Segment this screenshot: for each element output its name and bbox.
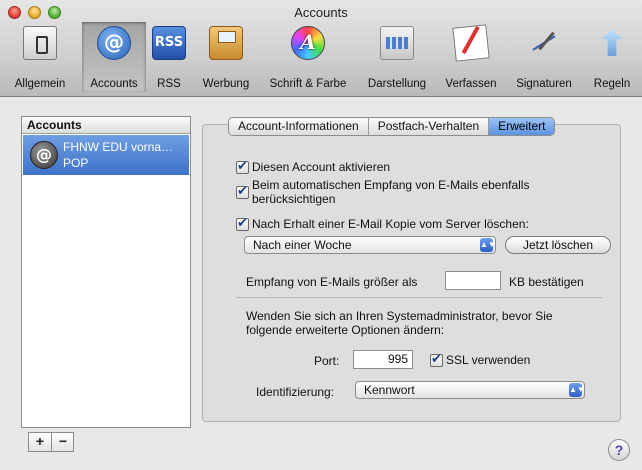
preferences-content: Accounts @ FHNW EDU vorna… POP + − ? Acc…: [0, 97, 642, 470]
toolbar-item-label: Darstellung: [367, 78, 427, 90]
toolbar-item-label: Schrift & Farbe: [269, 78, 347, 90]
compose-icon: [452, 24, 490, 62]
toolbar-item-verfassen[interactable]: Verfassen: [439, 22, 503, 92]
tab-account-informationen[interactable]: Account-Informationen: [229, 118, 369, 135]
remove-copy-interval-value: Nach einer Woche: [253, 238, 352, 252]
toolbar-item-label: Verfassen: [445, 78, 497, 90]
signature-icon: [527, 26, 561, 60]
port-field[interactable]: 995: [353, 350, 413, 369]
admin-note-line1: Wenden Sie sich an Ihren Systemadministr…: [246, 309, 553, 323]
port-label: Port:: [314, 354, 340, 368]
remove-account-button[interactable]: −: [52, 433, 74, 451]
admin-note-line2: folgende erweiterte Optionen ändern:: [246, 323, 445, 337]
font-color-icon: A: [291, 26, 325, 60]
account-type: POP: [63, 156, 89, 170]
ssl-checkbox[interactable]: [430, 351, 443, 367]
toolbar-item-schrift-farbe[interactable]: A Schrift & Farbe: [260, 22, 356, 92]
titlebar: Accounts Allgemein @ Accounts RSS RSS We…: [0, 0, 642, 97]
enable-account-checkbox[interactable]: [236, 158, 249, 174]
toolbar-item-label: Werbung: [202, 78, 250, 90]
toolbar-item-darstellung[interactable]: Darstellung: [357, 22, 437, 92]
rss-icon: RSS: [152, 26, 186, 60]
toolbar-item-werbung[interactable]: Werbung: [195, 22, 257, 92]
auth-method-value: Kennwort: [364, 383, 415, 397]
remove-now-button[interactable]: Jetzt löschen: [505, 236, 611, 254]
add-remove-control: + −: [28, 432, 74, 452]
large-message-suffix: KB bestätigen: [509, 275, 584, 289]
large-message-label: Empfang von E-Mails größer als: [246, 275, 418, 289]
toolbar-item-allgemein[interactable]: Allgemein: [0, 22, 80, 92]
switch-icon: [23, 26, 57, 60]
rules-icon: [595, 26, 629, 60]
enable-account-label: Diesen Account aktivieren: [252, 160, 391, 174]
toolbar-item-signaturen[interactable]: Signaturen: [506, 22, 582, 92]
toolbar-item-regeln[interactable]: Regeln: [585, 22, 639, 92]
large-message-size-field[interactable]: [445, 271, 501, 290]
toolbar-item-label: Allgemein: [14, 78, 66, 90]
account-row[interactable]: @ FHNW EDU vorna… POP: [23, 135, 189, 175]
ssl-label: SSL verwenden: [446, 353, 531, 367]
toolbar-item-rss[interactable]: RSS RSS: [148, 22, 190, 92]
help-button[interactable]: ?: [608, 439, 630, 461]
auth-label: Identifizierung:: [256, 385, 335, 399]
at-sign-icon: @: [97, 26, 131, 60]
junk-mail-icon: [209, 26, 243, 60]
remove-copy-label: Nach Erhalt einer E-Mail Kopie vom Serve…: [252, 217, 529, 231]
account-tabs: Account-Informationen Postfach-Verhalten…: [228, 117, 556, 136]
toolbar-item-label: RSS: [157, 78, 181, 90]
include-auto-fetch-checkbox[interactable]: [236, 183, 249, 199]
add-account-button[interactable]: +: [29, 433, 52, 451]
chevron-updown-icon: ▲▼: [480, 238, 496, 252]
include-auto-fetch-label-line1: Beim automatischen Empfang von E-Mails e…: [252, 178, 530, 192]
toolbar-item-accounts[interactable]: @ Accounts: [82, 22, 146, 92]
accounts-list-header: Accounts: [22, 117, 190, 134]
toolbar-item-label: Accounts: [90, 78, 138, 90]
account-name: FHNW EDU vorna…: [63, 140, 174, 154]
divider: [236, 297, 602, 298]
at-sign-icon: @: [30, 141, 58, 169]
tab-postfach-verhalten[interactable]: Postfach-Verhalten: [369, 118, 490, 135]
viewing-icon: [380, 26, 414, 60]
accounts-list[interactable]: Accounts @ FHNW EDU vorna… POP: [21, 116, 191, 428]
toolbar-item-label: Signaturen: [516, 78, 572, 90]
preferences-toolbar: Allgemein @ Accounts RSS RSS Werbung A S…: [0, 22, 642, 94]
mail-preferences-window: Accounts Allgemein @ Accounts RSS RSS We…: [0, 0, 642, 470]
remove-copy-interval-select[interactable]: Nach einer Woche ▲▼: [244, 236, 496, 254]
include-auto-fetch-label-line2: berücksichtigen: [252, 192, 336, 206]
window-title: Accounts: [294, 5, 348, 20]
toolbar-item-label: Regeln: [593, 78, 631, 90]
chevron-updown-icon: ▲▼: [569, 383, 585, 397]
auth-method-select[interactable]: Kennwort ▲▼: [355, 381, 585, 399]
remove-copy-checkbox[interactable]: [236, 215, 249, 231]
tab-erweitert[interactable]: Erweitert: [489, 118, 555, 135]
